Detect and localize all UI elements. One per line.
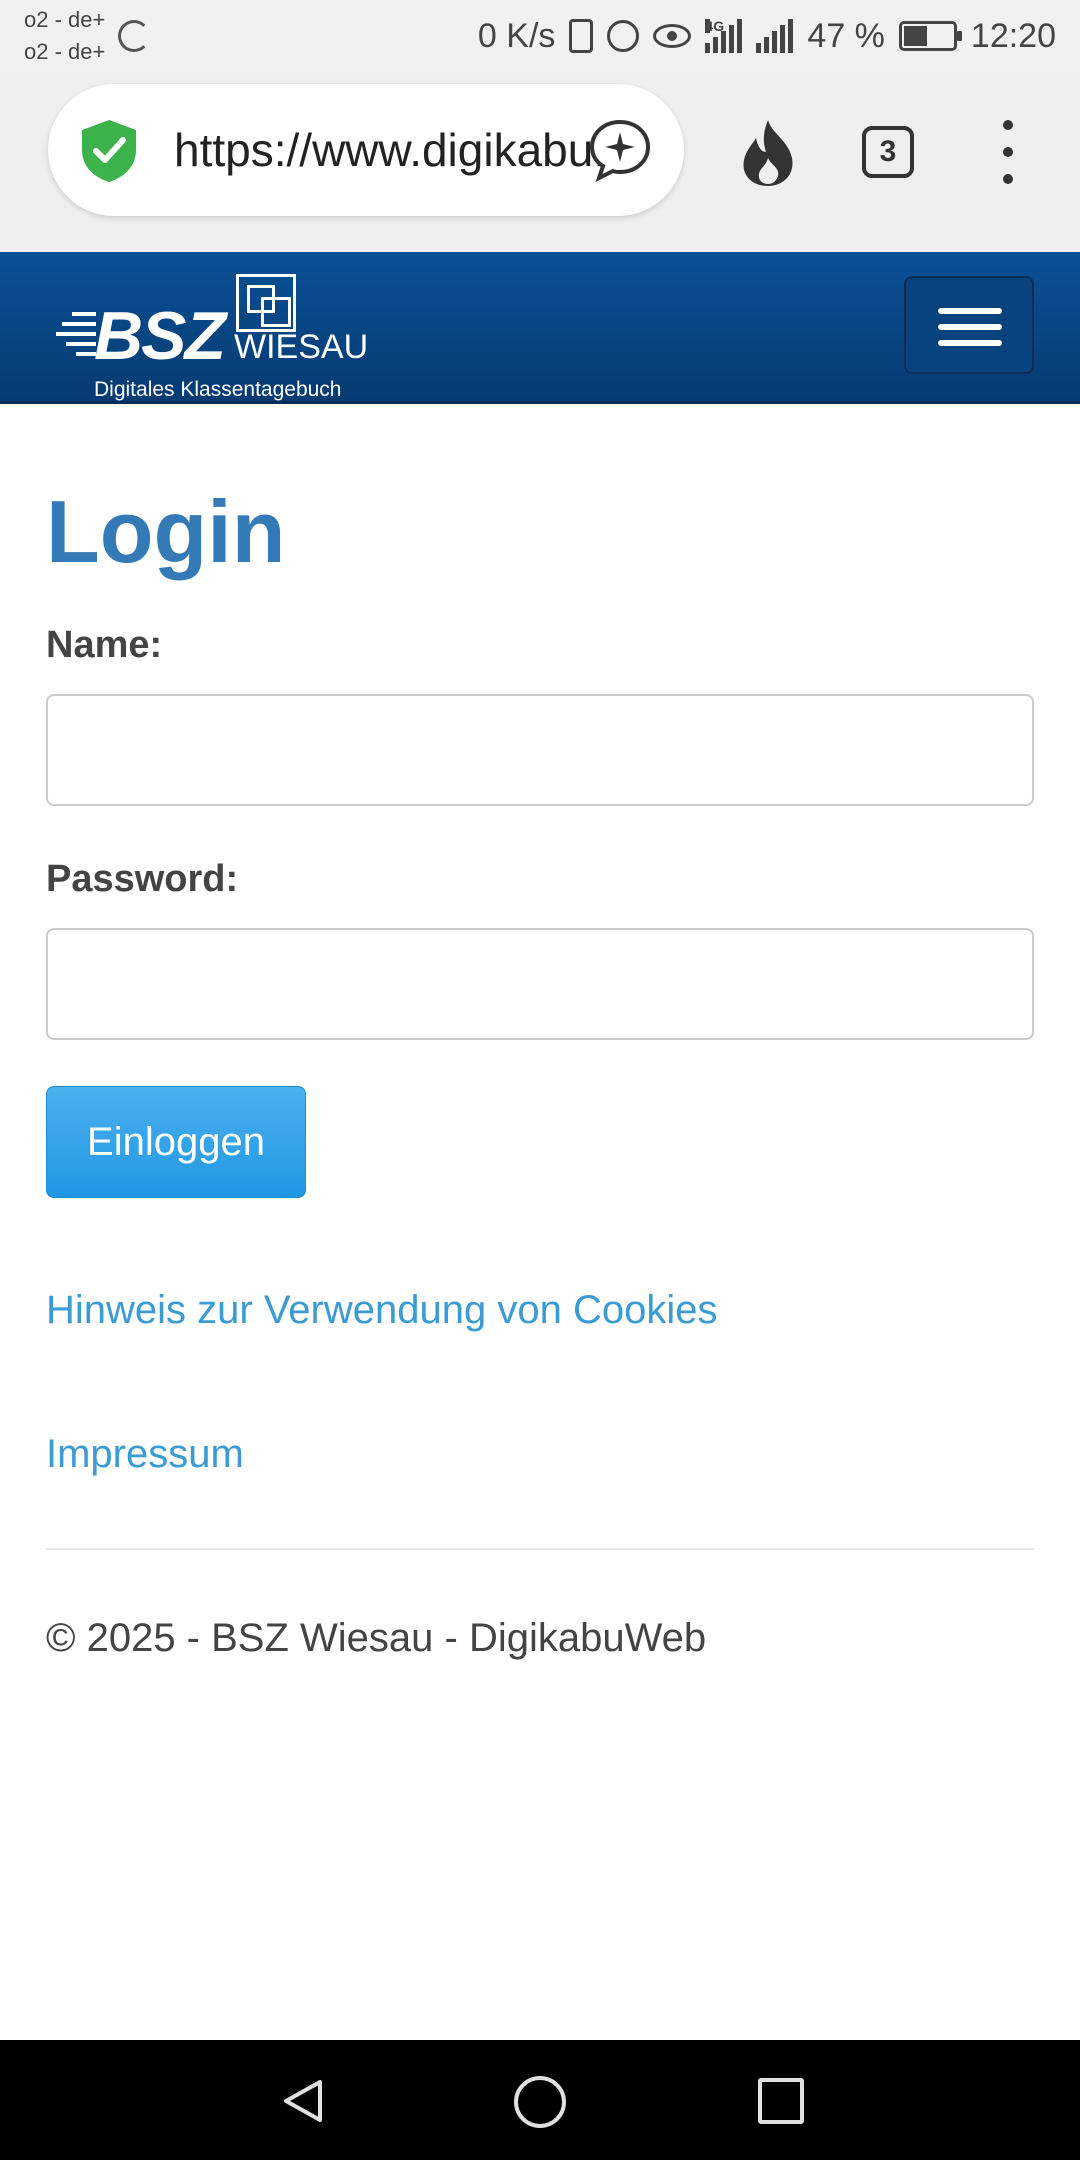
password-label: Password:	[46, 858, 239, 900]
site-logo[interactable]: BSZ WIESAU Digitales Klassentagebuch	[56, 262, 376, 401]
footer-divider	[46, 1548, 1034, 1550]
network-speed: 0 K/s	[477, 16, 556, 55]
fire-icon[interactable]	[738, 118, 798, 188]
loading-icon	[118, 20, 150, 52]
hamburger-icon[interactable]	[904, 276, 1034, 374]
tabs-icon[interactable]: 3	[862, 126, 914, 178]
login-button[interactable]: Einloggen	[46, 1086, 306, 1198]
status-icons: 0 K/s 4G 47 % 12:20	[478, 12, 1056, 60]
carrier-label: o2 - de+	[24, 7, 106, 32]
clock: 12:20	[970, 16, 1056, 55]
logo-location: WIESAU	[234, 328, 369, 366]
assistant-bubble-icon[interactable]	[588, 118, 652, 182]
password-field[interactable]	[46, 928, 1034, 1040]
page-title: Login	[46, 482, 286, 581]
status-bar: o2 - de+ o2 - de+ 0 K/s 4G 47 % 12:20	[0, 0, 1080, 72]
battery-icon	[898, 21, 962, 51]
browser-toolbar: https://www.digikabu.de 3	[0, 72, 1080, 252]
vibrate-icon	[569, 19, 594, 53]
cookies-link[interactable]: Hinweis zur Verwendung von Cookies	[46, 1286, 717, 1334]
address-bar[interactable]: https://www.digikabu.de	[48, 84, 684, 216]
security-shield-icon[interactable]	[78, 118, 140, 184]
carrier-info: o2 - de+ o2 - de+	[24, 4, 105, 68]
network-type: 4G	[705, 18, 725, 34]
url-text[interactable]: https://www.digikabu.de	[174, 120, 614, 180]
footer-copyright: © 2025 - BSZ Wiesau - DigikabuWeb	[46, 1616, 707, 1660]
site-header: BSZ WIESAU Digitales Klassentagebuch	[0, 252, 1080, 404]
name-label: Name:	[46, 624, 163, 666]
battery-percent: 47 %	[807, 16, 885, 55]
imprint-link[interactable]: Impressum	[46, 1430, 244, 1478]
alarm-icon	[607, 20, 640, 52]
signal-icon	[756, 19, 794, 53]
carrier-label: o2 - de+	[24, 39, 106, 64]
system-nav-bar	[0, 2040, 1080, 2160]
logo-text: BSZ	[94, 298, 226, 374]
battery-level	[903, 26, 927, 46]
eye-comfort-icon	[653, 24, 692, 48]
logo-emblem-icon	[236, 274, 296, 332]
name-field[interactable]	[46, 694, 1034, 806]
signal-icon: 4G	[705, 18, 743, 53]
more-menu-icon[interactable]	[1000, 120, 1016, 184]
home-icon[interactable]	[514, 2076, 566, 2128]
recent-apps-icon[interactable]	[758, 2078, 804, 2124]
back-icon[interactable]	[278, 2076, 328, 2126]
logo-speed-lines	[56, 312, 96, 362]
logo-subtitle: Digitales Klassentagebuch	[94, 378, 342, 401]
